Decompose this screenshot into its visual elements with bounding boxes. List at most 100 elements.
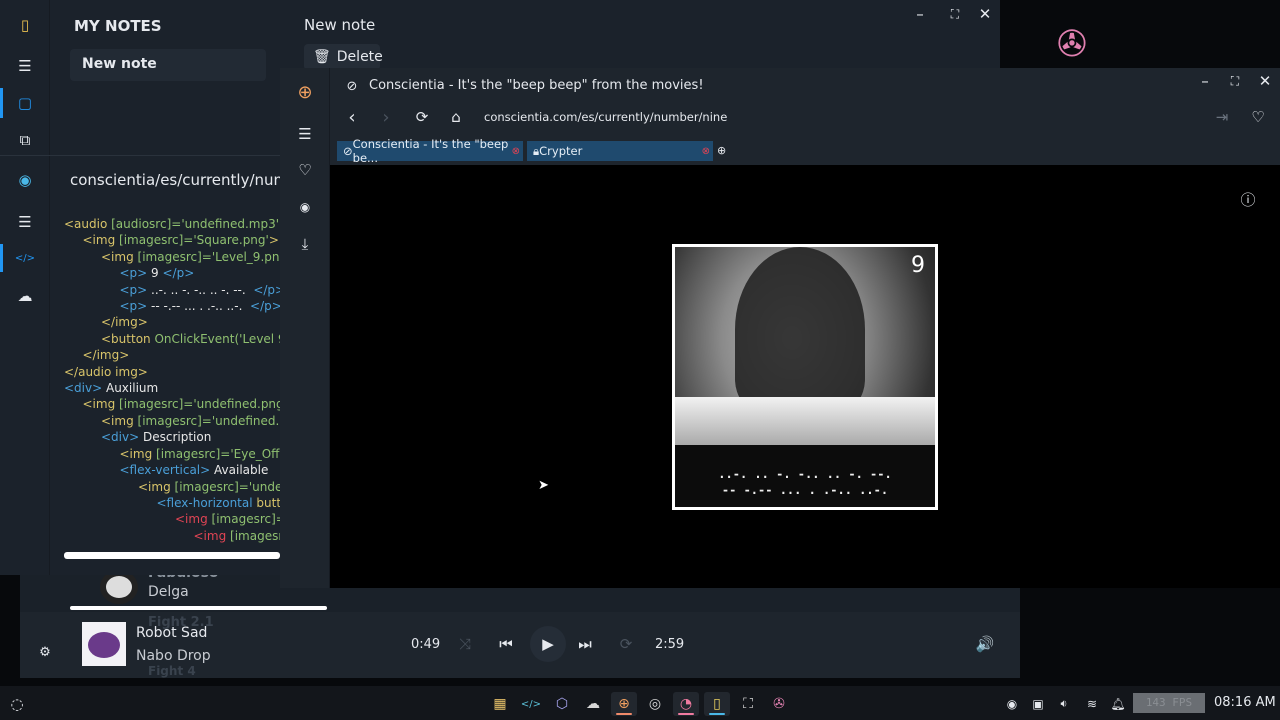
image-number: 9 — [911, 253, 925, 278]
code-line: <img [imagesrc]='Square.png'> — [64, 232, 280, 248]
code-line: <img [imagesrc]='undefined.png — [64, 413, 280, 429]
taskbar-app-calculator[interactable]: ▦ — [487, 692, 513, 716]
maximize-icon[interactable]: ⛶ — [943, 2, 967, 26]
code-token: Available — [210, 463, 269, 478]
menu-icon[interactable]: ☰ — [293, 122, 317, 146]
taskbar-app-code[interactable]: </> — [518, 692, 544, 716]
chat-icon: ◎ — [648, 696, 662, 712]
forward-icon[interactable]: › — [374, 105, 398, 129]
taskbar-app-hexagon[interactable]: ⬡ — [549, 692, 575, 716]
notes-switch-icon[interactable]: ⧉ — [13, 128, 37, 152]
browser-icon: ⊕ — [618, 696, 630, 712]
globe-icon: ⊕ — [297, 81, 313, 103]
eye-off-icon: ⊘ — [343, 144, 353, 158]
previous-icon[interactable]: ⏮ — [494, 632, 518, 656]
tab-close-icon[interactable]: ⊗ — [512, 146, 520, 157]
code-token: Auxilium — [102, 381, 159, 396]
close-icon[interactable]: ✕ — [1253, 69, 1277, 93]
note-icon[interactable]: ▢ — [13, 91, 37, 115]
new-tab-icon[interactable]: ⊕ — [717, 144, 726, 157]
volume-icon[interactable]: 🔊 — [973, 632, 997, 656]
media-app-icon[interactable]: ✇ — [1050, 22, 1094, 66]
tab-crypter[interactable]: 🔒︎ Crypter ⊗ — [527, 141, 713, 161]
taskbar-app-media[interactable]: ✇ — [766, 692, 792, 716]
settings-icon[interactable]: ⚙ — [33, 640, 57, 664]
favorites-icon[interactable]: ♡ — [293, 158, 317, 182]
code-token: </p> — [253, 282, 280, 297]
hexagon-icon: ⬡ — [555, 696, 569, 712]
menu-icon[interactable]: ☰ — [13, 54, 37, 78]
code-icon[interactable]: </> — [13, 246, 37, 270]
progress-track[interactable] — [70, 606, 1020, 610]
cloud-icon[interactable]: ☁ — [13, 284, 37, 308]
volume-icon[interactable]: 🔉︎ — [1052, 692, 1076, 716]
code-token: <img — [193, 528, 231, 543]
taskbar-app-chat[interactable]: ◎ — [642, 692, 668, 716]
record-icon[interactable]: ◉ — [1000, 692, 1024, 716]
eye-icon[interactable]: ◉ — [293, 195, 317, 219]
tab-label: Crypter — [539, 144, 583, 158]
taskbar-app-notes[interactable]: ▯ — [704, 692, 730, 716]
play-button[interactable]: ▶ — [530, 626, 566, 662]
media-icon: ✇ — [773, 696, 785, 712]
silhouette — [735, 247, 865, 412]
code-line: <img [imagesrc]='undefined.png'> — [64, 396, 281, 412]
list-artist: Delga — [148, 584, 189, 600]
code-line: <div> Auxilium — [64, 380, 280, 396]
tab-conscientia[interactable]: ⊘ Conscientia - It's the "beep be... ⊗ — [337, 137, 523, 165]
close-icon[interactable]: ✕ — [973, 2, 997, 26]
code-token: <img — [82, 397, 120, 412]
next-icon[interactable]: ⏭ — [573, 632, 597, 656]
download-icon[interactable]: ⤓ — [293, 232, 317, 256]
minimize-icon[interactable]: – — [1193, 69, 1217, 93]
maximize-icon[interactable]: ⛶ — [1223, 69, 1247, 93]
notebook-icon: ▯ — [20, 16, 30, 34]
notification-bell-icon[interactable]: 🔔︎ — [1106, 692, 1130, 716]
horizontal-scrollbar[interactable] — [64, 552, 280, 559]
code-token: </audio img> — [64, 364, 148, 379]
code-line: </img> — [64, 314, 280, 330]
back-icon[interactable]: ‹ — [340, 105, 364, 129]
info-icon[interactable]: ⓘ — [1236, 187, 1260, 211]
code-token: > — [268, 233, 279, 248]
code-token: [imagesrc]='undefined.png' — [119, 397, 280, 412]
twitch-icon[interactable]: ▣ — [1026, 692, 1050, 716]
eye-icon[interactable]: ◉ — [13, 168, 37, 192]
code-icon: </> — [520, 698, 542, 710]
reader-icon[interactable]: ⇥ — [1210, 105, 1234, 129]
reload-icon[interactable]: ⟳ — [410, 105, 434, 129]
code-token: </img> — [101, 315, 148, 330]
code-line: <p> ..-. .. -. -.. .. -. --. </p> — [64, 282, 281, 298]
inspector-sidebar: ◉ ☰ </> ☁ — [0, 156, 50, 575]
minimize-icon[interactable]: – — [908, 2, 932, 26]
repeat-icon[interactable]: ⟳ — [614, 632, 638, 656]
album-art — [82, 622, 126, 666]
menu-icon[interactable]: ☰ — [13, 210, 37, 234]
code-token: <img — [119, 446, 157, 461]
note-list-item[interactable]: New note — [70, 49, 266, 81]
inspector-path: conscientia/es/currently/numb — [70, 171, 280, 189]
code-token: <p> — [119, 299, 148, 314]
calculator-icon: ▦ — [493, 696, 507, 712]
home-icon[interactable]: ⌂ — [444, 105, 468, 129]
taskbar-app-image-editor[interactable]: ⛶ — [735, 692, 761, 716]
delete-button[interactable]: 🗑 Delete — [304, 44, 383, 70]
shuffle-icon[interactable]: ⤨ — [453, 632, 477, 656]
wifi-icon[interactable]: ≋ — [1080, 692, 1104, 716]
start-menu-icon[interactable]: ◌ — [5, 692, 29, 716]
taskbar-app-cloud[interactable]: ☁ — [580, 692, 606, 716]
notes-title: MY NOTES — [74, 17, 162, 35]
code-token: [imagesrc]='R — [211, 512, 280, 527]
taskbar-app-music[interactable]: ◔ — [673, 692, 699, 716]
code-line: <img [imagesrc]='Eye_Off.png — [64, 446, 281, 462]
code-token: [imagesrc]='Square.png' — [119, 233, 269, 248]
code-line: </audio img> — [64, 364, 280, 380]
notes-sidebar: ▯ ☰ ▢ ⧉ — [0, 0, 50, 160]
progress-fill — [70, 606, 327, 610]
code-token: <img — [101, 249, 138, 264]
taskbar-app-browser[interactable]: ⊕ — [611, 692, 637, 716]
bookmark-heart-icon[interactable]: ♡ — [1246, 105, 1270, 129]
tab-close-icon[interactable]: ⊗ — [702, 146, 710, 157]
url-bar[interactable]: conscientia.com/es/currently/number/nine — [476, 103, 1236, 131]
note-title-field[interactable]: New note — [304, 16, 375, 34]
